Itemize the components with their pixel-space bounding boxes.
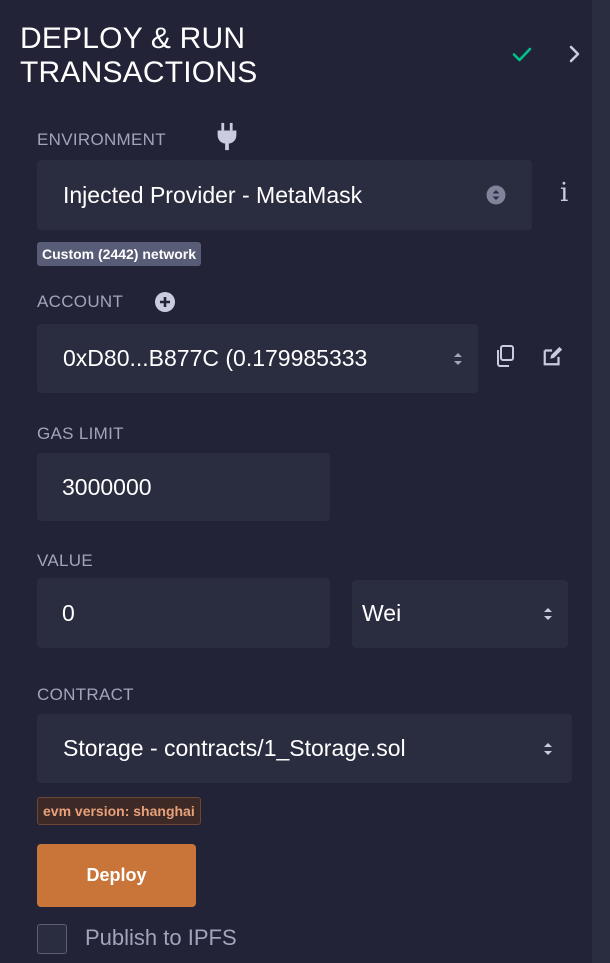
gas-limit-value: 3000000 bbox=[62, 473, 152, 500]
page-title: DEPLOY & RUN TRANSACTIONS bbox=[20, 22, 420, 90]
title-line-1: DEPLOY & RUN bbox=[20, 22, 246, 55]
info-icon[interactable]: i bbox=[560, 178, 568, 208]
deploy-run-panel: DEPLOY & RUN TRANSACTIONS ENVIRONMENT In… bbox=[0, 0, 592, 963]
account-select[interactable]: 0xD80...B877C (0.179985333 bbox=[37, 324, 478, 393]
value-amount: 0 bbox=[62, 599, 75, 626]
account-value: 0xD80...B877C (0.179985333 bbox=[63, 345, 368, 371]
gas-limit-label: GAS LIMIT bbox=[37, 424, 124, 443]
deploy-label: Deploy bbox=[86, 865, 147, 885]
contract-label: CONTRACT bbox=[37, 685, 134, 704]
stepper-icon bbox=[454, 352, 462, 365]
stepper-icon bbox=[544, 608, 552, 620]
value-input[interactable]: 0 bbox=[37, 578, 330, 648]
network-badge: Custom (2442) network bbox=[37, 242, 202, 266]
title-line-2: TRANSACTIONS bbox=[20, 56, 258, 89]
edit-icon[interactable] bbox=[541, 345, 565, 367]
environment-label: ENVIRONMENT bbox=[37, 130, 166, 149]
contract-value: Storage - contracts/1_Storage.sol bbox=[63, 735, 406, 761]
plus-circle-icon[interactable] bbox=[155, 292, 175, 312]
side-panel-edge bbox=[592, 0, 610, 963]
stepper-icon bbox=[544, 742, 552, 755]
publish-label: Publish to IPFS bbox=[85, 925, 237, 950]
check-icon bbox=[512, 47, 532, 62]
stepper-icon bbox=[486, 185, 506, 205]
contract-select[interactable]: Storage - contracts/1_Storage.sol bbox=[37, 714, 572, 783]
publish-checkbox[interactable] bbox=[37, 924, 67, 954]
deploy-button[interactable]: Deploy bbox=[37, 844, 196, 907]
value-unit-select[interactable]: Wei bbox=[352, 580, 568, 648]
copy-icon[interactable] bbox=[494, 344, 516, 368]
gas-limit-input[interactable]: 3000000 bbox=[37, 453, 330, 521]
evm-version-badge: evm version: shanghai bbox=[37, 797, 201, 825]
environment-select[interactable]: Injected Provider - MetaMask bbox=[37, 160, 532, 230]
environment-value: Injected Provider - MetaMask bbox=[63, 181, 363, 208]
account-label: ACCOUNT bbox=[37, 292, 124, 311]
plug-icon bbox=[217, 122, 237, 151]
chevron-right-icon[interactable] bbox=[566, 42, 584, 66]
value-label: VALUE bbox=[37, 551, 93, 570]
value-unit: Wei bbox=[362, 600, 402, 626]
